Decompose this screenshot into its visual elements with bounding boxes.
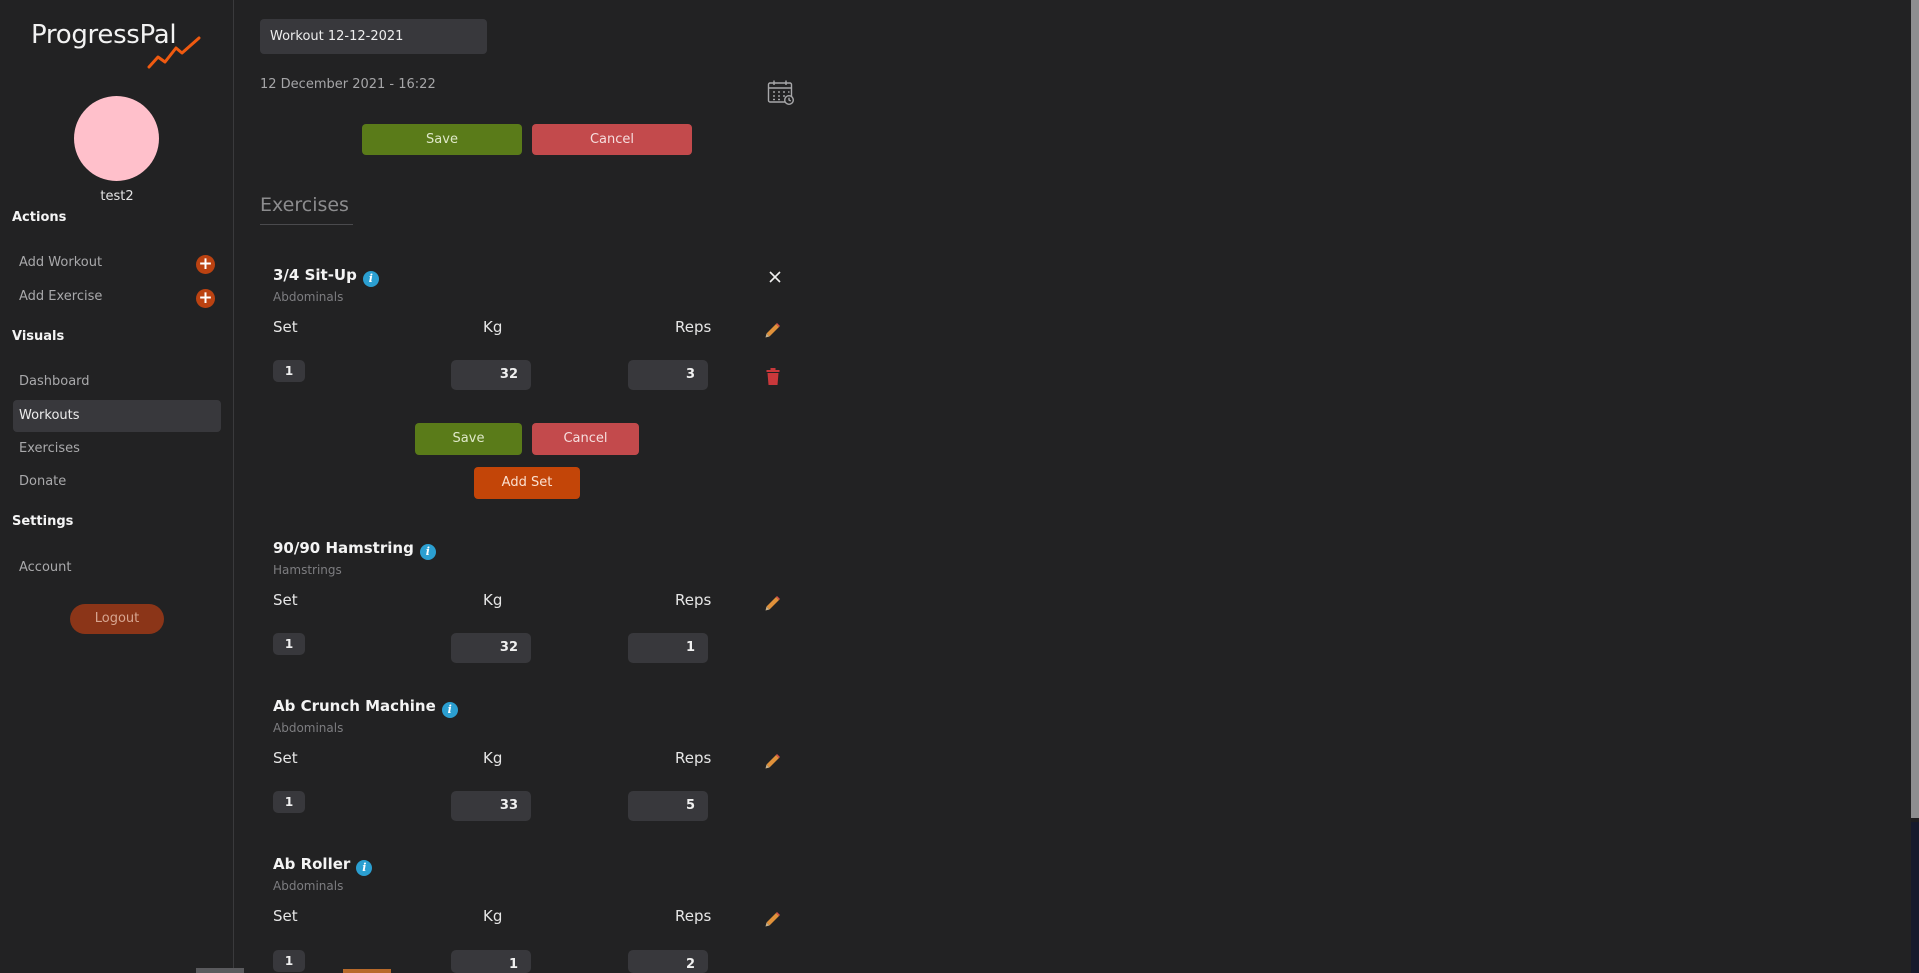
sidebar-item-add-workout[interactable]: Add Workout +: [13, 247, 221, 279]
exercise-muscle: Abdominals: [273, 290, 344, 304]
info-icon[interactable]: i: [362, 271, 379, 287]
cancel-workout-button[interactable]: Cancel: [532, 124, 692, 155]
sidebar-item-exercises[interactable]: Exercises: [13, 433, 221, 465]
kg-value: 1: [451, 950, 531, 973]
set-number: 1: [273, 360, 305, 382]
divider: [260, 224, 353, 225]
sidebar-item-label: Add Workout: [19, 255, 103, 270]
sidebar-item-add-exercise[interactable]: Add Exercise +: [13, 281, 221, 313]
exercise-name-row: 90/90 Hamstring i: [273, 539, 436, 560]
column-header-set: Set: [273, 749, 298, 767]
section-heading-visuals: Visuals: [12, 329, 65, 344]
column-header-kg: Kg: [483, 907, 503, 925]
exercise-muscle: Abdominals: [273, 879, 344, 893]
reps-value: 2: [628, 950, 708, 973]
info-icon[interactable]: i: [441, 702, 458, 718]
column-header-reps: Reps: [675, 749, 712, 767]
kg-input[interactable]: 32: [451, 360, 531, 390]
sidebar-item-label: Add Exercise: [19, 289, 103, 304]
close-icon[interactable]: [768, 270, 782, 284]
exercises-heading: Exercises: [260, 194, 349, 216]
pencil-icon[interactable]: [764, 595, 781, 612]
column-header-kg: Kg: [483, 749, 503, 767]
sidebar-scroll-stub: [196, 968, 244, 973]
set-number: 1: [273, 950, 305, 972]
exercise-name-row: Ab Crunch Machine i: [273, 697, 458, 718]
kg-value: 33: [451, 791, 531, 821]
info-icon[interactable]: i: [419, 544, 436, 560]
username: test2: [100, 189, 134, 204]
column-header-set: Set: [273, 907, 298, 925]
info-icon[interactable]: i: [356, 860, 373, 876]
column-header-set: Set: [273, 591, 298, 609]
sidebar-item-donate[interactable]: Donate: [13, 466, 221, 498]
pencil-icon[interactable]: [764, 911, 781, 928]
workout-title-input[interactable]: [260, 19, 487, 54]
pencil-icon[interactable]: [764, 753, 781, 770]
exercise-muscle: Hamstrings: [273, 563, 342, 577]
column-header-kg: Kg: [483, 318, 503, 336]
column-header-set: Set: [273, 318, 298, 336]
exercise-name: 90/90 Hamstring: [273, 539, 414, 557]
set-number: 1: [273, 633, 305, 655]
reps-value: 1: [628, 633, 708, 663]
column-header-reps: Reps: [675, 907, 712, 925]
save-exercise-button[interactable]: Save: [415, 423, 522, 455]
set-number: 1: [273, 791, 305, 813]
exercise-name-row: Ab Roller i: [273, 855, 373, 876]
column-header-reps: Reps: [675, 591, 712, 609]
trend-line-icon: [147, 36, 201, 69]
calendar-icon[interactable]: [767, 79, 795, 106]
add-workout-plus-icon[interactable]: +: [196, 255, 215, 274]
exercise-name-row: 3/4 Sit-Up i: [273, 266, 379, 287]
avatar[interactable]: [74, 96, 159, 181]
exercise-muscle: Abdominals: [273, 721, 344, 735]
sidebar-item-account[interactable]: Account: [13, 552, 221, 584]
logout-button[interactable]: Logout: [70, 604, 164, 634]
scrollbar-end: [1911, 822, 1919, 973]
workout-datetime: 12 December 2021 - 16:22: [260, 77, 436, 92]
cancel-exercise-button[interactable]: Cancel: [532, 423, 639, 455]
pencil-icon[interactable]: [764, 322, 781, 339]
scrollbar-thumb[interactable]: [1911, 0, 1919, 818]
section-heading-actions: Actions: [12, 210, 67, 225]
save-workout-button[interactable]: Save: [362, 124, 522, 155]
add-exercise-plus-icon[interactable]: +: [196, 289, 215, 308]
column-header-reps: Reps: [675, 318, 712, 336]
sidebar-item-workouts[interactable]: Workouts: [13, 400, 221, 432]
sidebar-item-dashboard[interactable]: Dashboard: [13, 366, 221, 398]
trash-icon[interactable]: [766, 368, 780, 385]
floating-button-edge[interactable]: [343, 969, 391, 973]
column-header-kg: Kg: [483, 591, 503, 609]
add-set-button[interactable]: Add Set: [474, 467, 580, 499]
sidebar: ProgressPal test2 Actions Add Workout + …: [0, 0, 244, 973]
kg-value: 32: [451, 633, 531, 663]
exercise-name: Ab Crunch Machine: [273, 697, 436, 715]
section-heading-settings: Settings: [12, 514, 74, 529]
exercise-name: Ab Roller: [273, 855, 351, 873]
exercise-name: 3/4 Sit-Up: [273, 266, 357, 284]
reps-input[interactable]: 3: [628, 360, 708, 390]
reps-value: 5: [628, 791, 708, 821]
